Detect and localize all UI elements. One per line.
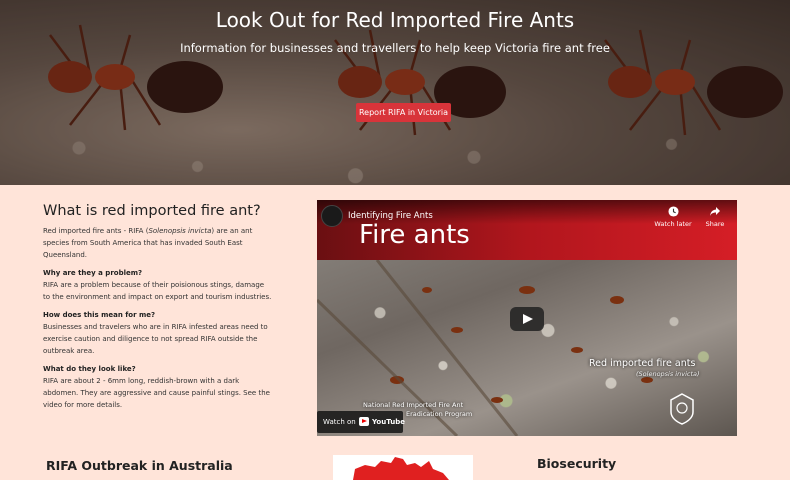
about-heading: What is red imported fire ant? <box>43 203 261 219</box>
question-appearance: What do they look like? <box>43 365 136 373</box>
queensland-government-logo <box>670 393 694 425</box>
clock-icon <box>667 206 679 217</box>
program-name-line2: Eradication Program <box>406 410 473 418</box>
report-rifa-button[interactable]: Report RIFA in Victoria <box>356 103 451 122</box>
watch-later-button[interactable]: Watch later <box>653 206 693 228</box>
program-name-line1: National Red Imported Fire Ant <box>363 401 464 409</box>
play-button-icon[interactable] <box>510 307 544 331</box>
answer-meaning: Businesses and travelers who are in RIFA… <box>43 323 268 355</box>
australia-map-image <box>333 455 473 480</box>
biosecurity-heading: Biosecurity <box>537 456 617 471</box>
video-big-title: Fire ants <box>359 220 470 250</box>
hero-banner: Look Out for Red Imported Fire Ants Info… <box>0 0 790 185</box>
watch-later-label: Watch later <box>654 220 692 228</box>
watch-on-youtube-button[interactable]: Watch on YouTube <box>317 411 405 433</box>
video-caption-sub: (Solenopsis invicta) <box>636 370 700 378</box>
video-player[interactable]: Identifying Fire Ants Fire ants Watch la… <box>317 200 737 436</box>
about-section: What is red imported fire ant? Red impor… <box>43 203 273 411</box>
youtube-label: YouTube <box>372 418 405 426</box>
outbreak-heading: RIFA Outbreak in Australia <box>46 458 233 473</box>
scientific-name: Solenopsis invicta <box>148 227 212 235</box>
question-meaning: How does this mean for me? <box>43 311 156 319</box>
about-intro: Red imported fire ants - RIFA (Solenopsi… <box>43 227 253 259</box>
question-problem: Why are they a problem? <box>43 269 143 277</box>
share-button[interactable]: Share <box>702 206 728 228</box>
channel-logo-icon[interactable] <box>321 205 343 227</box>
youtube-icon <box>359 417 369 426</box>
answer-appearance: RIFA are about 2 - 6mm long, reddish-bro… <box>43 377 270 409</box>
share-label: Share <box>705 220 725 228</box>
page-subtitle: Information for businesses and traveller… <box>180 41 610 55</box>
watch-on-label: Watch on <box>323 418 356 426</box>
share-icon <box>710 207 720 216</box>
answer-problem: RIFA are a problem because of their pois… <box>43 281 272 301</box>
australia-map-icon <box>353 457 449 480</box>
video-caption-main: Red imported fire ants <box>589 358 696 369</box>
page-title: Look Out for Red Imported Fire Ants <box>215 8 575 32</box>
